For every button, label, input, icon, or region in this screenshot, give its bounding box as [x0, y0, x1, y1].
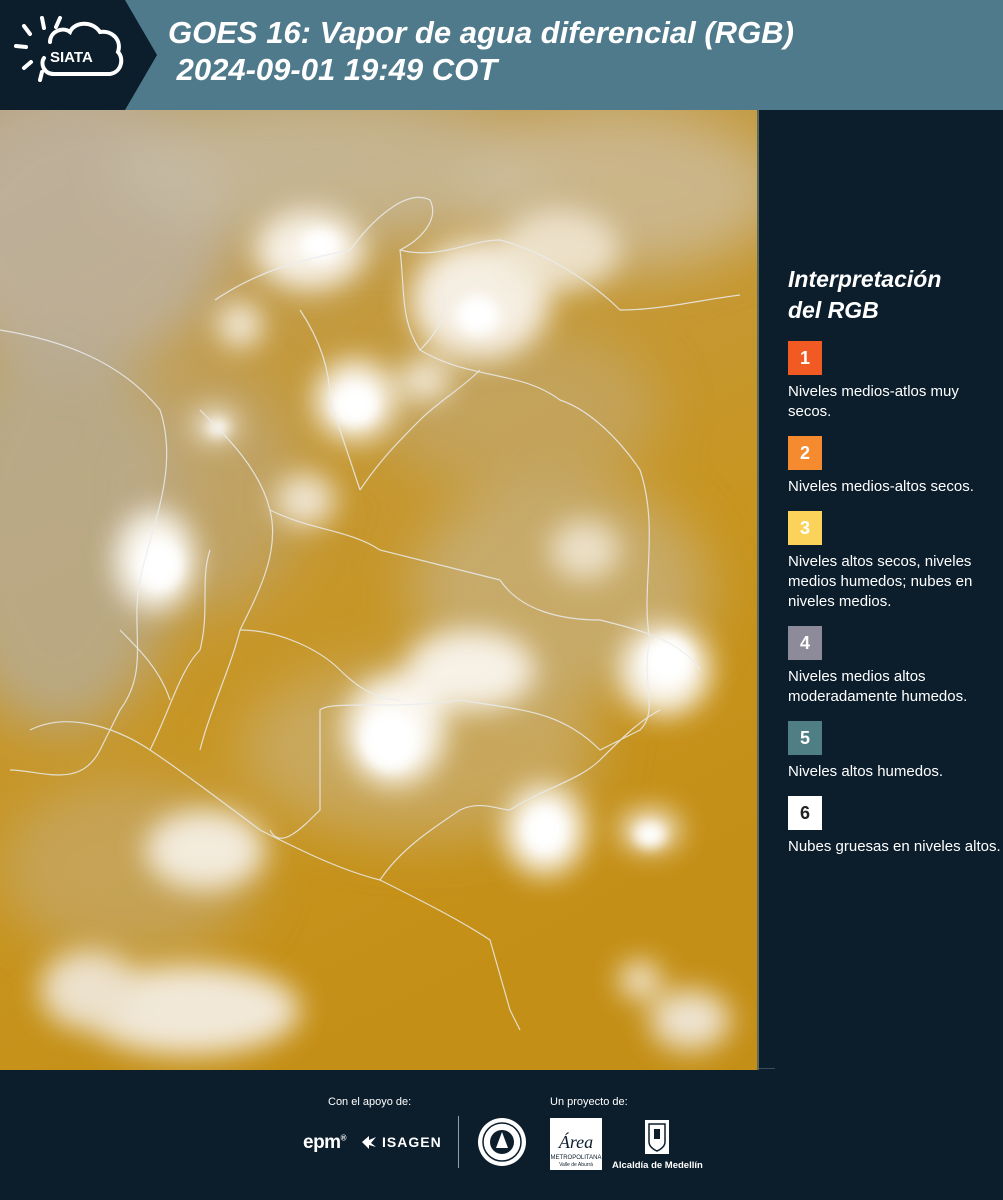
medellin-seal-logo[interactable] [476, 1116, 528, 1168]
footer: Con el apoyo de: Un proyecto de: epm® IS… [0, 1068, 1003, 1200]
legend-swatch-1: 1 [788, 341, 822, 375]
legend-label-2: Niveles medios-altos secos. [788, 478, 974, 495]
sun-cloud-icon: SIATA [14, 16, 124, 82]
legend-item-5: 5 Niveles altos humedos. [788, 721, 1003, 782]
siata-logo[interactable]: SIATA [14, 12, 126, 98]
legend-swatch-4: 4 [788, 626, 822, 660]
legend-item-6: 6 Nubes gruesas en niveles altos. [788, 796, 1003, 857]
alcaldia-medellin-logo[interactable]: Alcaldía de Medellín [612, 1118, 703, 1172]
legend-item-4: 4 Niveles medios altos moderadamente hum… [788, 626, 1003, 707]
svg-text:SIATA: SIATA [50, 49, 93, 66]
header-notch [125, 0, 157, 110]
legend-item-3: 3 Niveles altos secos, niveles medios hu… [788, 511, 1003, 612]
legend-item-2: 2 Niveles medios-altos secos. [788, 436, 1003, 497]
satellite-map[interactable] [0, 110, 758, 1070]
legend-label-5: Niveles altos humedos. [788, 763, 944, 780]
rgb-imagery [0, 110, 758, 1070]
map-divider [757, 110, 759, 1070]
legend-label-1: Niveles medios-atlos muy secos. [788, 383, 959, 420]
legend-item-1: 1 Niveles medios-atlos muy secos. [788, 341, 1003, 422]
city-seal-icon [478, 1118, 526, 1166]
legend-swatch-5: 5 [788, 721, 822, 755]
project-label: Un proyecto de: [550, 1096, 628, 1108]
isagen-icon [362, 1136, 376, 1149]
isagen-logo[interactable]: ISAGEN [360, 1134, 442, 1150]
support-label: Con el apoyo de: [328, 1096, 412, 1108]
legend-swatch-3: 3 [788, 511, 822, 545]
svg-text:Área: Área [558, 1131, 593, 1152]
area-metropolitana-logo[interactable]: Área METROPOLITANA Valle de Aburrá [550, 1118, 602, 1170]
header: SIATA GOES 16: Vapor de agua diferencial… [0, 0, 1003, 110]
svg-text:METROPOLITANA: METROPOLITANA [551, 1155, 602, 1161]
alcaldia-shield-icon [645, 1120, 669, 1154]
area-metropolitana-icon: Área METROPOLITANA Valle de Aburrá [550, 1118, 602, 1170]
page-title: GOES 16: Vapor de agua diferencial (RGB)… [168, 14, 794, 88]
epm-logo[interactable]: epm® [303, 1132, 347, 1154]
title-product: GOES 16: Vapor de agua diferencial (RGB) [168, 15, 794, 50]
alcaldia-label: Alcaldía de Medellín [612, 1160, 703, 1171]
legend-label-6: Nubes gruesas en niveles altos. [788, 838, 1001, 855]
rgb-legend: Interpretación del RGB 1 Niveles medios-… [788, 264, 1003, 871]
legend-label-3: Niveles altos secos, niveles medios hume… [788, 553, 973, 610]
legend-label-4: Niveles medios altos moderadamente humed… [788, 668, 968, 705]
title-timestamp: 2024-09-01 19:49 COT [168, 52, 498, 87]
footer-separator [458, 1116, 459, 1168]
legend-swatch-6: 6 [788, 796, 822, 830]
footer-divider-line [759, 1068, 775, 1069]
legend-title: Interpretación del RGB [788, 266, 942, 323]
svg-text:Valle de Aburrá: Valle de Aburrá [559, 1162, 593, 1168]
legend-swatch-2: 2 [788, 436, 822, 470]
